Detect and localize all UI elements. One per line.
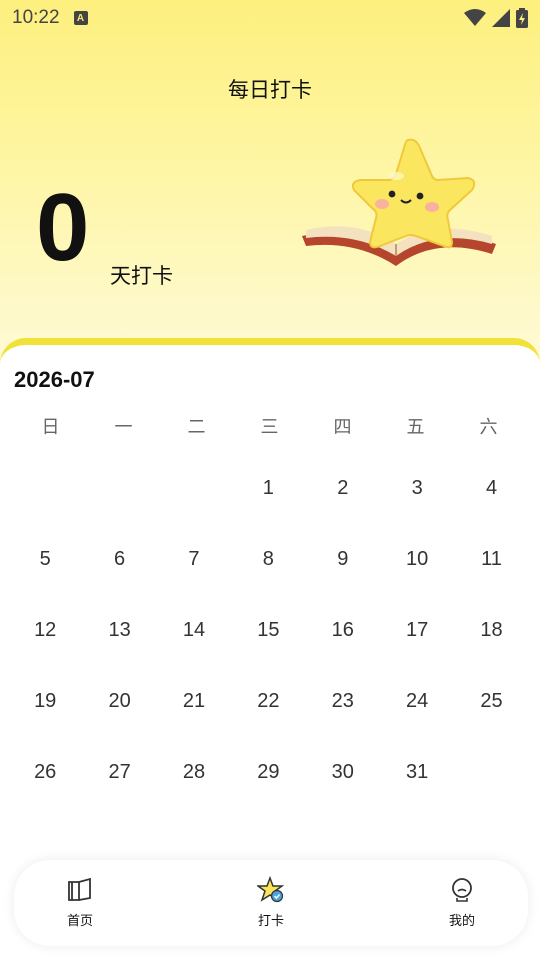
calendar-day[interactable]: 25 (454, 666, 528, 737)
wifi-icon (464, 9, 486, 26)
calendar-day[interactable]: 14 (157, 595, 231, 666)
tab-home-label: 首页 (66, 914, 93, 929)
calendar-day[interactable]: 3 (380, 453, 454, 524)
battery-icon (516, 8, 528, 28)
tab-home[interactable]: 首页 (50, 860, 110, 946)
calendar-month: 2026-07 (14, 367, 95, 392)
calendar-day[interactable]: 10 (380, 524, 454, 595)
calendar-day[interactable]: 2 (306, 453, 380, 524)
page-title: 每日打卡 (228, 78, 312, 102)
tab-profile-label: 我的 (448, 914, 475, 929)
calendar-day[interactable]: 1 (231, 453, 305, 524)
calendar-day[interactable]: 15 (231, 595, 305, 666)
calendar-day[interactable]: 29 (231, 737, 305, 808)
calendar-day[interactable]: 16 (306, 595, 380, 666)
bottom-tab-bar: 首页 打卡 我的 (14, 860, 528, 946)
weekday-fri: 五 (406, 417, 425, 438)
weekday-wed: 三 (260, 417, 279, 438)
status-time: 10:22 (12, 7, 60, 28)
calendar-day[interactable]: 21 (157, 666, 231, 737)
tab-profile[interactable]: 我的 (432, 860, 492, 946)
calendar-day-empty (8, 453, 82, 524)
calendar-day[interactable]: 22 (231, 666, 305, 737)
book-icon (68, 877, 91, 901)
calendar-day[interactable]: 11 (454, 524, 528, 595)
calendar-day[interactable]: 13 (82, 595, 156, 666)
tab-checkin[interactable]: 打卡 (241, 860, 301, 946)
weekday-mon: 一 (114, 417, 133, 438)
calendar-day[interactable]: 8 (231, 524, 305, 595)
calendar-day[interactable]: 27 (82, 737, 156, 808)
user-icon (452, 878, 472, 902)
calendar-day[interactable]: 23 (306, 666, 380, 737)
calendar-day[interactable]: 30 (306, 737, 380, 808)
calendar-day[interactable]: 9 (306, 524, 380, 595)
calendar-day[interactable]: 12 (8, 595, 82, 666)
weekday-header: 日 一 二 三 四 五 六 (14, 413, 526, 439)
signal-icon (492, 9, 510, 27)
weekday-sat: 六 (479, 417, 498, 438)
calendar-day[interactable]: 4 (454, 453, 528, 524)
calendar-day[interactable]: 19 (8, 666, 82, 737)
checkin-count-label: 天打卡 (110, 264, 173, 288)
tab-checkin-label: 打卡 (257, 914, 284, 929)
weekday-tue: 二 (187, 417, 206, 438)
star-icon (257, 876, 285, 903)
calendar-day[interactable]: 20 (82, 666, 156, 737)
calendar-day[interactable]: 17 (380, 595, 454, 666)
calendar-day[interactable]: 5 (8, 524, 82, 595)
status-bar: 10:22 A (0, 0, 540, 36)
calendar-day[interactable]: 7 (157, 524, 231, 595)
calendar-day-empty (82, 453, 156, 524)
star-book-mascot-illustration (302, 138, 496, 266)
calendar-day[interactable]: 18 (454, 595, 528, 666)
calendar-days-grid: 1 2 3 4 5 6 7 8 9 10 11 12 13 14 15 16 17 18 19 20 21 22 23 24 2… (8, 453, 529, 808)
weekday-thu: 四 (333, 417, 352, 438)
calendar-day[interactable]: 6 (82, 524, 156, 595)
calendar-day-empty (157, 453, 231, 524)
checkin-count: 0 (36, 174, 90, 281)
a-icon: A (73, 11, 88, 25)
calendar-day[interactable]: 31 (380, 737, 454, 808)
weekday-sun: 日 (41, 417, 60, 438)
calendar-day[interactable]: 24 (380, 666, 454, 737)
calendar-day[interactable]: 28 (157, 737, 231, 808)
calendar-day[interactable]: 26 (8, 737, 82, 808)
